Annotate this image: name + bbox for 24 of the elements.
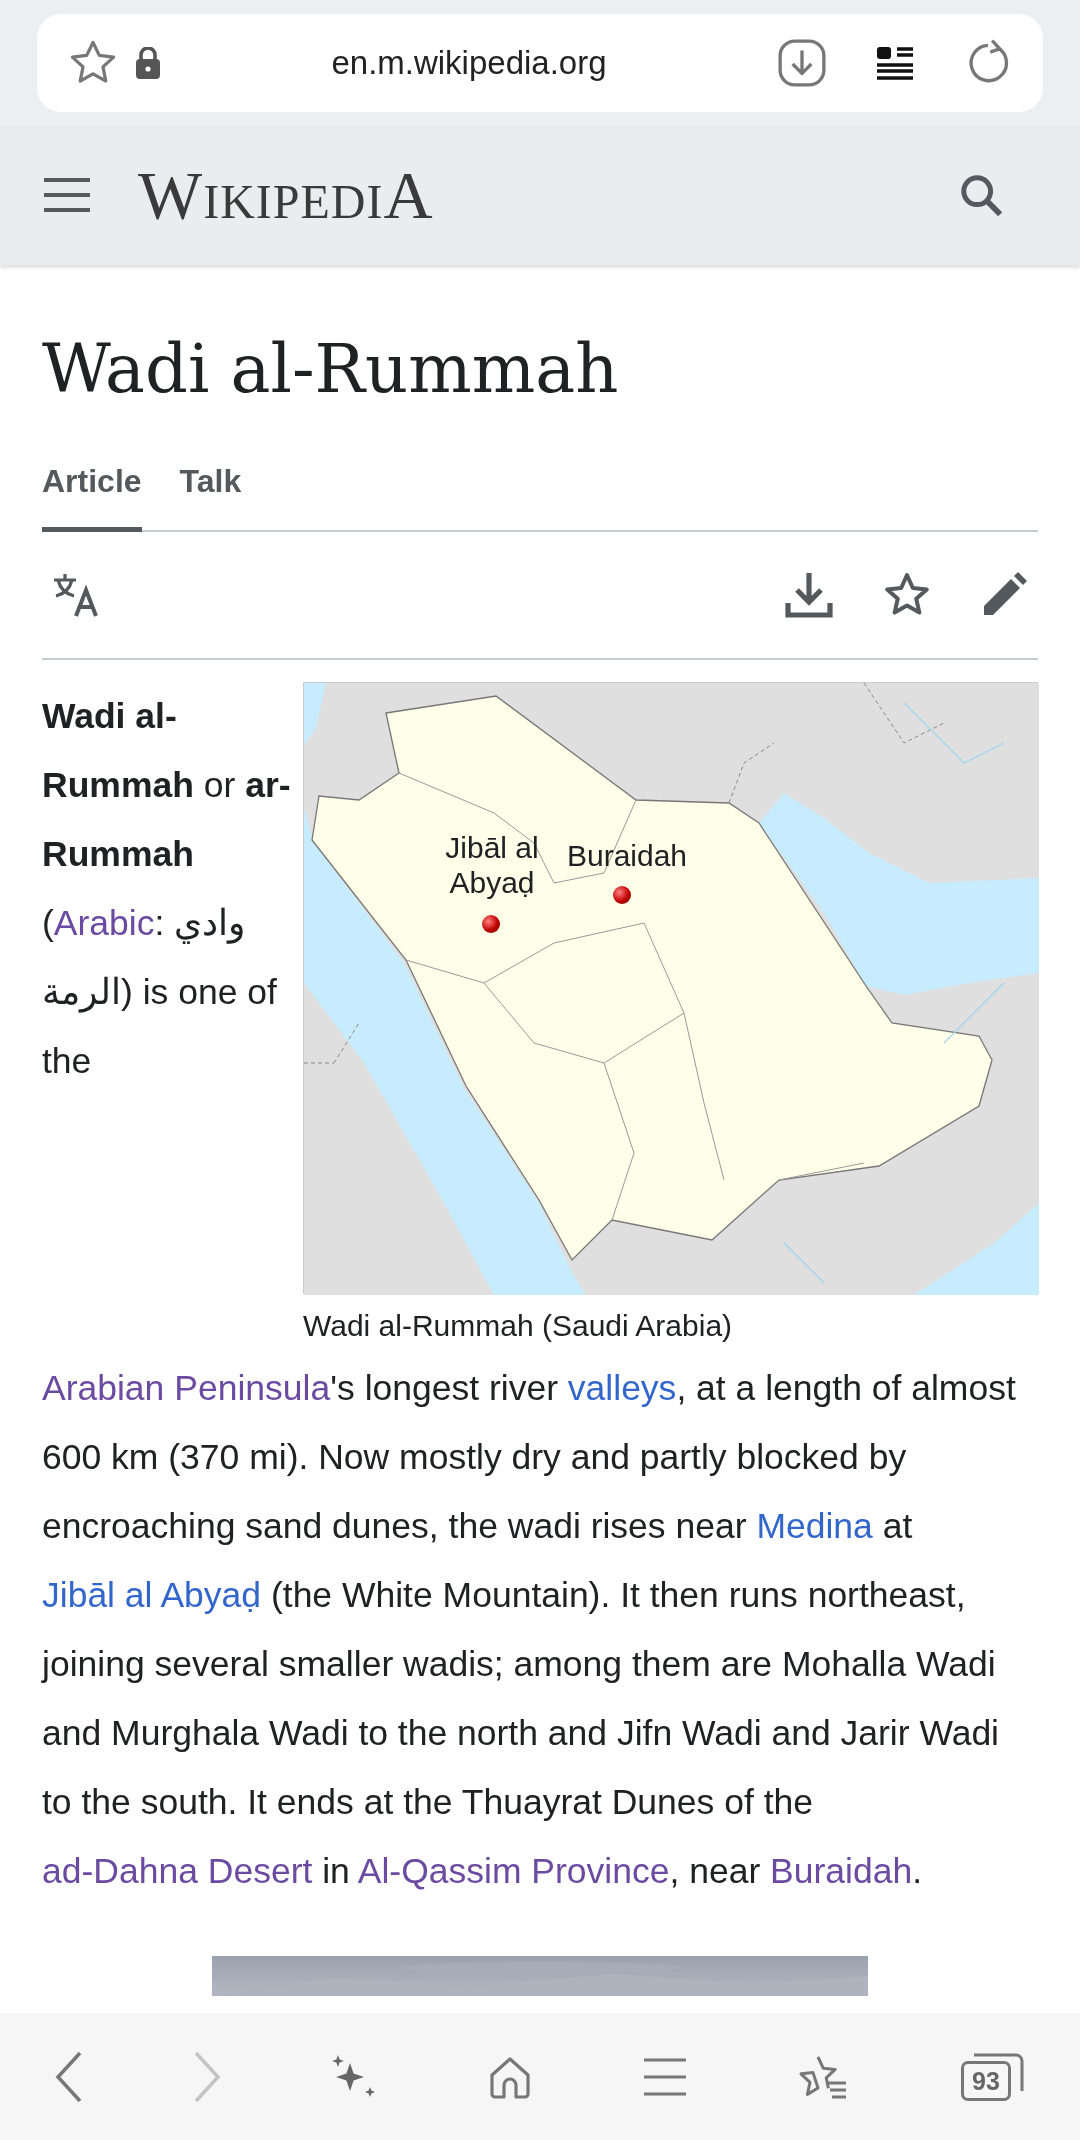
menu-icon[interactable] (642, 2056, 688, 2097)
link[interactable]: Peninsula (174, 1368, 331, 1409)
menu-icon[interactable] (42, 177, 92, 213)
download-icon[interactable] (784, 571, 834, 620)
map-caption: Wadi al-Rummah (Saudi Arabia) (303, 1308, 734, 1345)
link[interactable]: Jibāl al Abyaḍ (42, 1575, 262, 1616)
back-icon[interactable] (54, 2050, 84, 2103)
link[interactable]: Al-Qassim Province (357, 1851, 670, 1892)
link[interactable]: Arabian (42, 1368, 165, 1409)
map-label: Buraidah (565, 839, 689, 874)
wordmark[interactable]: WikipediA (138, 144, 434, 246)
link[interactable]: Buraidah (770, 1851, 913, 1892)
page-tab[interactable]: Article (42, 457, 142, 533)
search-icon[interactable] (958, 172, 1004, 218)
page-title: Wadi al-Rummah (42, 329, 620, 410)
lock-icon (135, 47, 161, 79)
address-bar[interactable]: en.m.wikipedia.org (37, 14, 1043, 112)
page-tab[interactable]: Talk (179, 457, 242, 533)
map-label: Jibāl al Abyaḍ (444, 831, 540, 901)
download-icon[interactable] (777, 38, 827, 88)
link[interactable]: valleys (567, 1368, 677, 1409)
link[interactable]: Arabic (53, 903, 155, 944)
link[interactable]: Medina (756, 1506, 873, 1547)
link[interactable]: ad-Dahna Desert (42, 1851, 313, 1892)
